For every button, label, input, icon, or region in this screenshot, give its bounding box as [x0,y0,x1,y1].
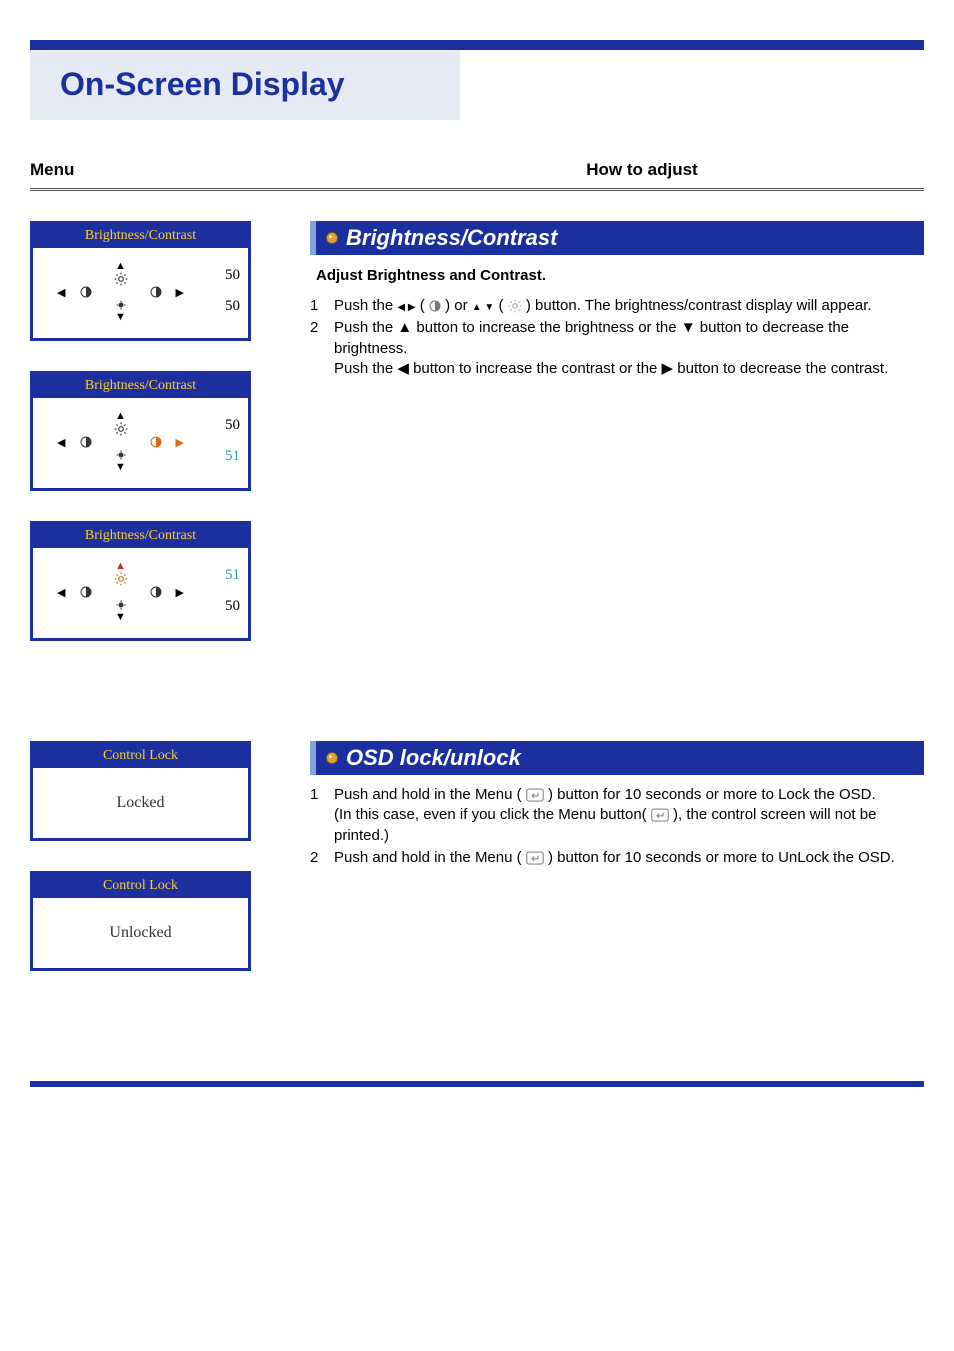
step-text: Push and hold in the Menu ( ) button for… [334,848,924,868]
header-menu: Menu [30,160,360,180]
osd-value-bottom: 51 [200,448,240,465]
osd-panel: Control Lock Unlocked [30,871,251,971]
contrast-icon [80,436,92,448]
brightness-dim-icon [115,299,127,311]
contrast-icon [150,286,162,298]
osd-panel: Brightness/Contrast ▲ ◀ ▶ [30,221,251,341]
osd-title: Brightness/Contrast [33,374,248,398]
osd-title: Brightness/Contrast [33,224,248,248]
osd-title: Control Lock [33,874,248,898]
up-arrow-icon: ▲ [115,560,126,572]
step-number: 2 [310,318,334,379]
right-arrow-icon: ▶ [176,436,184,449]
left-arrow-icon: ◀ [57,586,65,599]
section-osd-lock: Control Lock Locked Control Lock Unlocke… [30,741,924,1001]
top-rule [30,40,924,50]
contrast-icon [150,436,162,448]
brightness-icon [114,572,128,586]
osd-body-text: Locked [33,768,248,838]
title-banner: On-Screen Display [30,50,924,120]
osd-value-top: 50 [200,267,240,284]
contrast-icon [429,300,441,312]
header-how: How to adjust [360,160,924,180]
brightness-icon [114,272,128,286]
step-row: 2 Push the ▲ button to increase the brig… [310,318,924,379]
osd-panel: Brightness/Contrast ▲ ◀ ▶ [30,521,251,641]
section-header-text: OSD lock/unlock [346,745,521,771]
left-right-arrows-icon: ◀ ▶ [397,302,415,313]
section-header: Brightness/Contrast [310,221,924,255]
right-arrow-icon: ▶ [176,586,184,599]
left-arrow-icon: ◀ [57,286,65,299]
enter-icon [526,851,544,865]
down-arrow-icon: ▼ [115,611,126,623]
osd-value-top: 51 [200,567,240,584]
right-arrow-icon: ▶ [176,286,184,299]
section-header: OSD lock/unlock [310,741,924,775]
step-text: Push the ▲ button to increase the bright… [334,318,924,379]
section-brightness-contrast: Brightness/Contrast ▲ ◀ ▶ [30,221,924,671]
osd-value-bottom: 50 [200,298,240,315]
section-subtitle: Adjust Brightness and Contrast. [316,267,924,284]
step-row: 1 Push the ◀ ▶ ( ) or ▲ ▼ ( ) button. Th… [310,296,924,316]
step-text: Push the ◀ ▶ ( ) or ▲ ▼ ( ) button. The … [334,296,924,316]
bullet-icon [326,232,338,244]
brightness-dim-icon [115,599,127,611]
enter-icon [526,788,544,802]
osd-panel: Control Lock Locked [30,741,251,841]
brightness-icon [114,422,128,436]
enter-icon [651,808,669,822]
column-headers: Menu How to adjust [30,160,924,191]
bullet-icon [326,752,338,764]
step-number: 2 [310,848,334,868]
up-down-arrows-icon: ▲ ▼ [472,302,495,313]
bottom-rule [30,1081,924,1087]
osd-body-text: Unlocked [33,898,248,968]
step-row: 2 Push and hold in the Menu ( ) button f… [310,848,924,868]
down-arrow-icon: ▼ [115,461,126,473]
step-number: 1 [310,296,334,316]
osd-value-bottom: 50 [200,598,240,615]
step-row: 1 Push and hold in the Menu ( ) button f… [310,785,924,846]
contrast-icon [150,586,162,598]
left-arrow-icon: ◀ [57,436,65,449]
osd-value-top: 50 [200,417,240,434]
up-arrow-icon: ▲ [115,410,126,422]
brightness-icon [508,299,522,313]
down-arrow-icon: ▼ [115,311,126,323]
osd-panel: Brightness/Contrast ▲ ◀ ▶ [30,371,251,491]
up-arrow-icon: ▲ [115,260,126,272]
contrast-icon [80,586,92,598]
osd-title: Brightness/Contrast [33,524,248,548]
step-number: 1 [310,785,334,846]
contrast-icon [80,286,92,298]
osd-title: Control Lock [33,744,248,768]
section-header-text: Brightness/Contrast [346,225,557,251]
brightness-dim-icon [115,449,127,461]
step-text: Push and hold in the Menu ( ) button for… [334,785,924,846]
page-title: On-Screen Display [30,50,924,103]
